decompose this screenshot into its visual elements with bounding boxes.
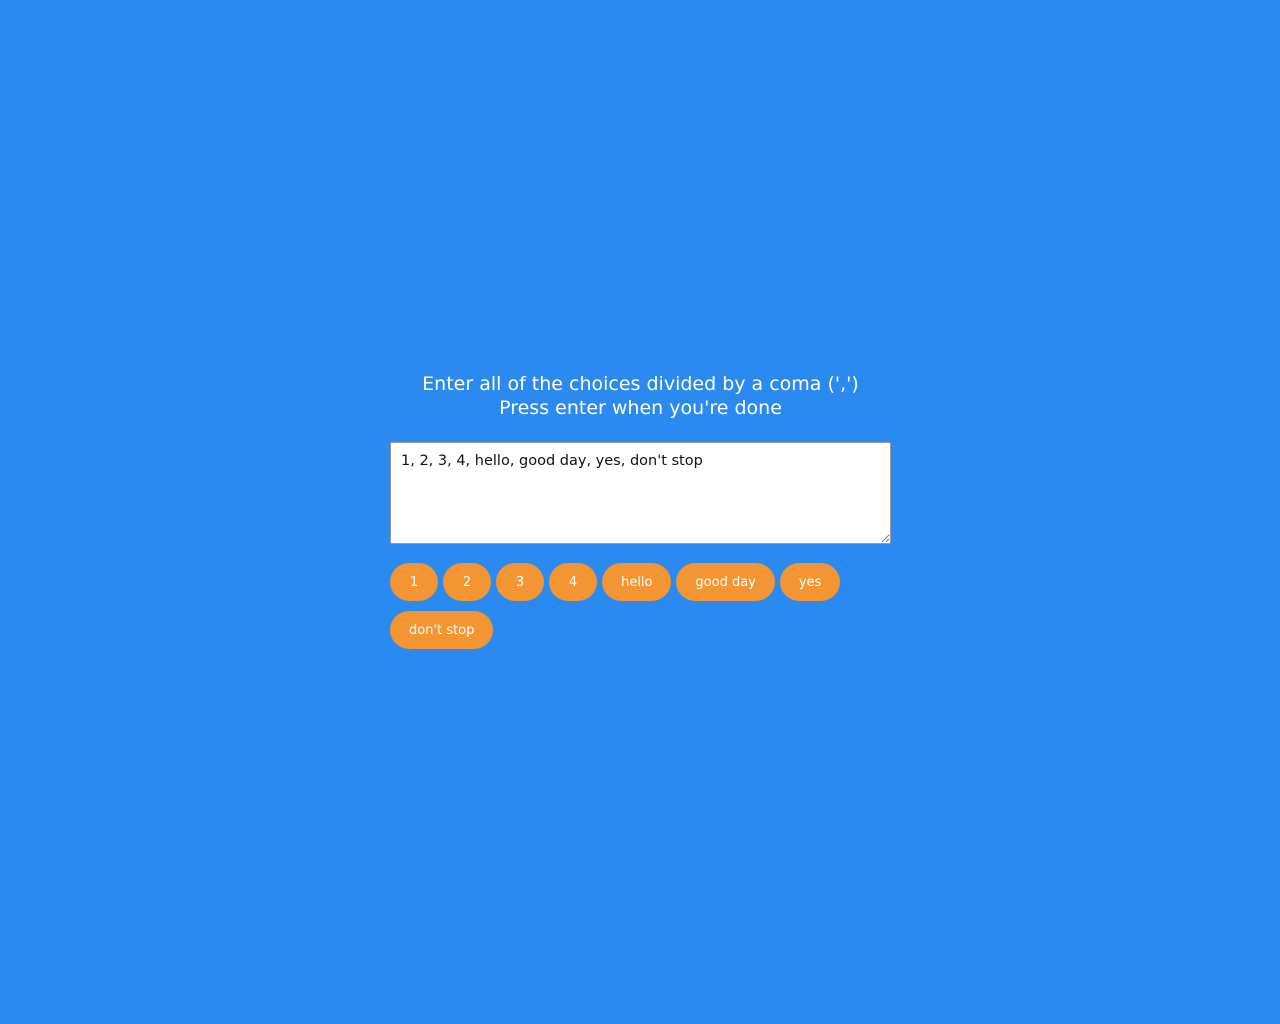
choice-tag[interactable]: don't stop — [390, 611, 494, 649]
choice-tag[interactable]: good day — [676, 563, 775, 601]
choice-tags: 1 2 3 4 hello good day yes don't stop — [390, 563, 891, 659]
choice-tag[interactable]: 3 — [496, 563, 544, 601]
choice-tag[interactable]: 1 — [390, 563, 438, 601]
instructions: Enter all of the choices divided by a co… — [390, 372, 891, 420]
choice-tag[interactable]: 2 — [443, 563, 491, 601]
instructions-line-1: Enter all of the choices divided by a co… — [422, 373, 859, 395]
choices-input[interactable] — [390, 442, 891, 544]
choice-tag[interactable]: hello — [602, 563, 672, 601]
choice-tag[interactable]: yes — [779, 563, 841, 601]
choice-tag[interactable]: 4 — [549, 563, 597, 601]
choice-picker: Enter all of the choices divided by a co… — [390, 372, 891, 659]
instructions-line-2: Press enter when you're done — [499, 397, 782, 419]
